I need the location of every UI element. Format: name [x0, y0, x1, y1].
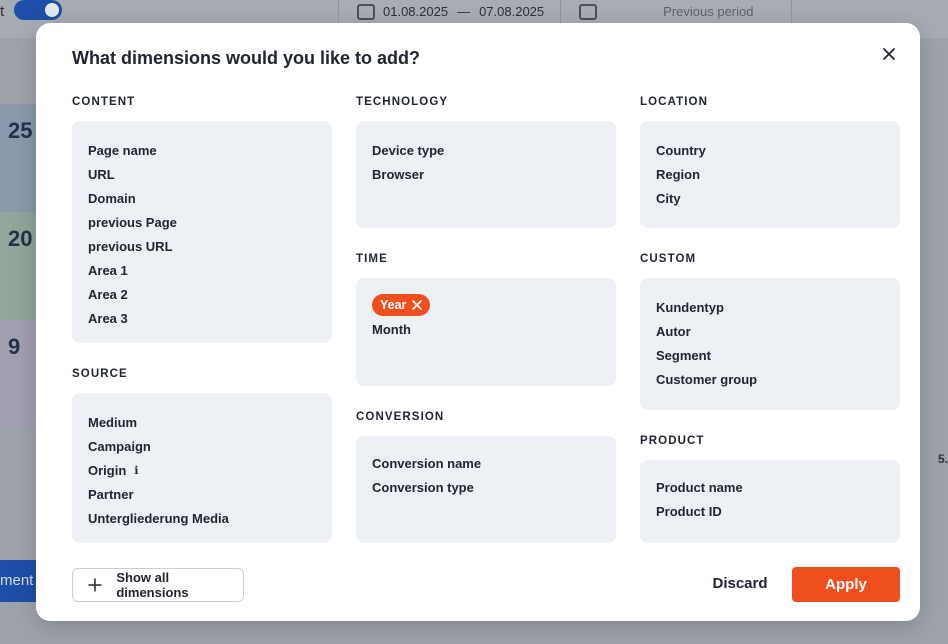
add-dimensions-dialog: What dimensions would you like to add? C… [36, 23, 920, 621]
close-icon[interactable] [412, 300, 423, 310]
dimension-item[interactable]: URL [88, 162, 316, 186]
dimension-item[interactable]: Area 3 [88, 306, 316, 330]
dimension-item[interactable]: Product name [656, 475, 884, 499]
dimension-item[interactable]: Untergliederung Media [88, 506, 316, 530]
discard-button[interactable]: Discard [700, 575, 780, 592]
dimension-item[interactable]: Partner [88, 482, 316, 506]
dimension-item[interactable]: Area 1 [88, 258, 316, 282]
close-icon [883, 48, 895, 60]
dimension-item[interactable]: Area 2 [88, 282, 316, 306]
kpi-value: 20 [8, 226, 33, 251]
dimension-item[interactable]: Conversion type [372, 475, 600, 499]
show-all-label: Show all dimensions [116, 570, 189, 600]
section-title-location: LOCATION [640, 96, 708, 108]
chip-label: Year [380, 298, 407, 312]
background-button[interactable]: ment [0, 560, 36, 602]
calendar-icon [579, 3, 598, 20]
section-title-product: PRODUCT [640, 435, 705, 447]
background-date-range[interactable]: 01.08.2025 — 07.08.2025 Previous period [338, 0, 792, 24]
source-dimensions: Medium Campaign Origin ℹ Partner Untergl… [72, 393, 332, 543]
date-to: 07.08.2025 [479, 4, 545, 19]
location-dimensions: Country Region City [640, 121, 900, 228]
background-button-label: ment [0, 572, 34, 589]
dimension-item[interactable]: previous Page [88, 210, 316, 234]
dimension-item[interactable]: previous URL [88, 234, 316, 258]
date-from: 01.08.2025 [383, 4, 449, 19]
dimension-item-origin[interactable]: Origin ℹ [88, 458, 316, 482]
kpi-value: 9 [8, 334, 21, 359]
section-title-custom: CUSTOM [640, 253, 697, 265]
time-dimensions: Year Month [356, 278, 616, 386]
calendar-icon [357, 3, 375, 20]
apply-button[interactable]: Apply [792, 567, 900, 602]
dimension-item[interactable]: Customer group [656, 367, 884, 391]
section-title-conversion: CONVERSION [356, 411, 445, 423]
custom-dimensions: Kundentyp Autor Segment Customer group [640, 278, 900, 410]
conversion-dimensions: Conversion name Conversion type [356, 436, 616, 543]
dimension-item[interactable]: Conversion name [372, 451, 600, 475]
dimension-item[interactable]: Domain [88, 186, 316, 210]
dimension-item[interactable]: Product ID [656, 499, 884, 523]
dimension-item[interactable]: Country [656, 138, 884, 162]
section-title-content: CONTENT [72, 96, 136, 108]
selected-chip-year[interactable]: Year [372, 294, 431, 316]
show-all-dimensions-button[interactable]: Show all dimensions [72, 568, 244, 602]
dimension-item[interactable]: Kundentyp [656, 295, 884, 319]
dimension-item[interactable]: Page name [88, 138, 316, 162]
technology-dimensions: Device type Browser [356, 121, 616, 228]
dimension-item[interactable]: Device type [372, 138, 600, 162]
background-axis-label: 5. [938, 452, 948, 466]
plus-icon [73, 578, 116, 592]
dialog-title: What dimensions would you like to add? [72, 48, 421, 68]
dimension-item[interactable]: Month [372, 317, 600, 341]
background-toggle-label: t [0, 3, 5, 20]
section-title-time: TIME [356, 253, 388, 265]
background-kpi-card: 20 [0, 212, 36, 320]
divider [560, 0, 562, 24]
dimension-item[interactable]: Campaign [88, 434, 316, 458]
date-dash: — [457, 4, 471, 19]
section-title-technology: TECHNOLOGY [356, 96, 449, 108]
content-dimensions: Page name URL Domain previous Page previ… [72, 121, 332, 343]
background-kpi-card: 9 [0, 320, 36, 428]
background-kpi-card: 25 [0, 104, 36, 212]
product-dimensions: Product name Product ID [640, 460, 900, 543]
section-title-source: SOURCE [72, 368, 128, 380]
dimension-item[interactable]: City [656, 186, 884, 210]
dimension-item[interactable]: Autor [656, 319, 884, 343]
dimension-item[interactable]: Browser [372, 162, 600, 186]
dimension-item[interactable]: Segment [656, 343, 884, 367]
compare-period: Previous period [663, 4, 754, 19]
info-icon[interactable]: ℹ [134, 464, 138, 477]
close-button[interactable] [878, 43, 900, 65]
dimension-item[interactable]: Medium [88, 410, 316, 434]
dimension-item-label: Origin [88, 462, 127, 478]
kpi-value: 25 [8, 118, 33, 143]
background-toggle[interactable] [14, 0, 62, 20]
dimension-item[interactable]: Region [656, 162, 884, 186]
